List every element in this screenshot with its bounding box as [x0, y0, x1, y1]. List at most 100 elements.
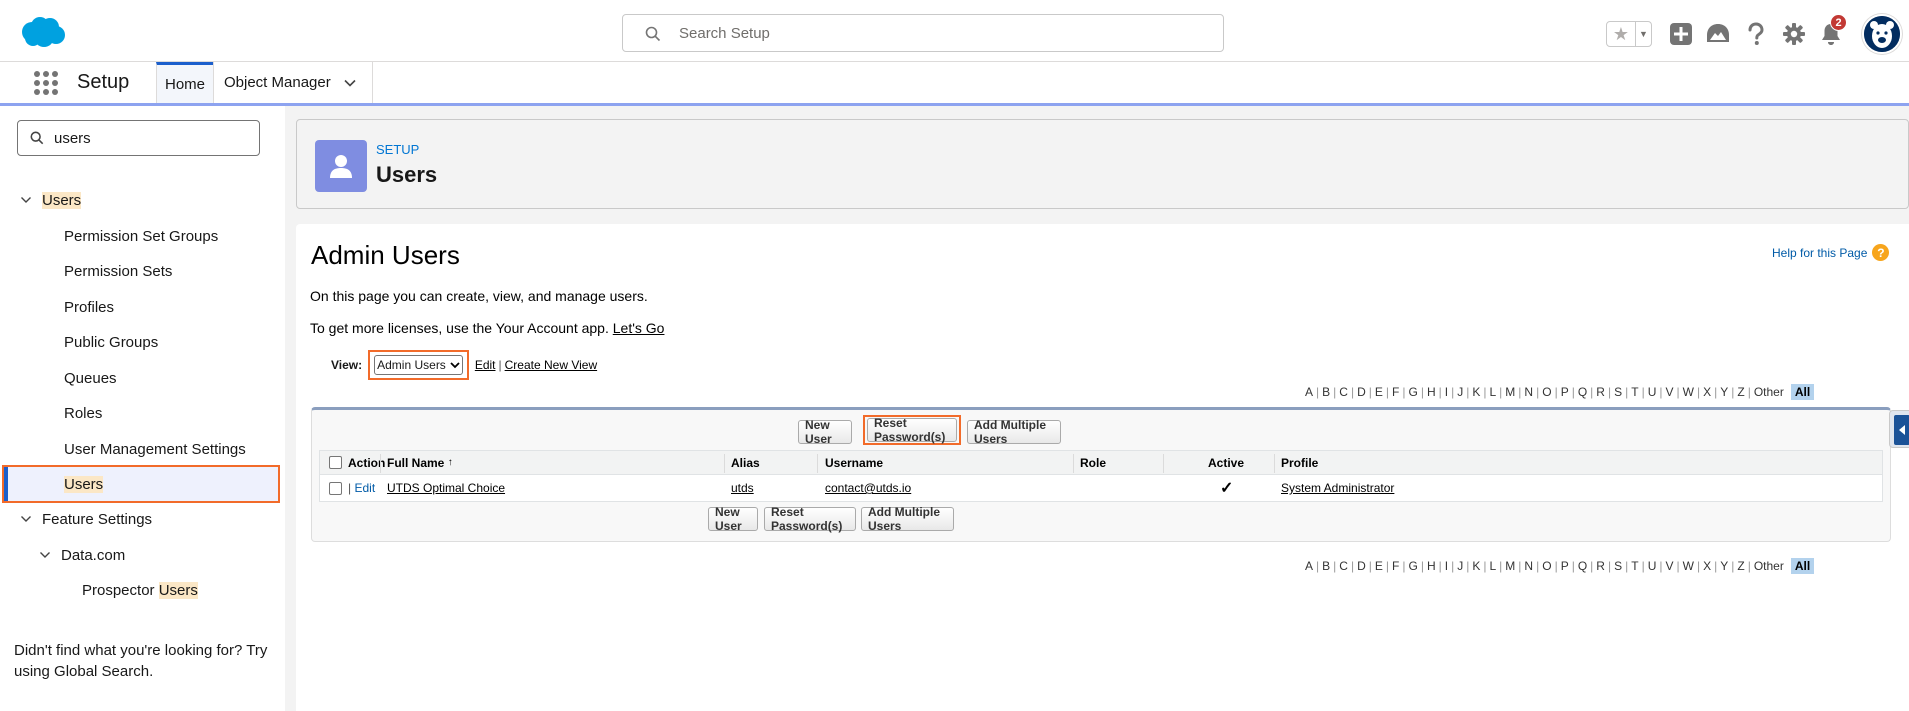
tree-node-users[interactable]: Users	[20, 185, 82, 215]
chevron-down-icon[interactable]	[20, 194, 32, 206]
alphabet-letter[interactable]: Y	[1717, 559, 1731, 573]
alphabet-letter[interactable]: S	[1611, 559, 1625, 573]
alphabet-letter[interactable]: O	[1539, 559, 1554, 573]
alphabet-letter[interactable]: Y	[1717, 385, 1731, 399]
alphabet-letter[interactable]: B	[1319, 385, 1333, 399]
tree-item-users[interactable]: Users	[64, 469, 104, 499]
alphabet-letter[interactable]: K	[1469, 559, 1483, 573]
help-for-page-link[interactable]: Help for this Page ?	[1772, 244, 1890, 261]
tab-home[interactable]: Home	[156, 62, 213, 103]
alphabet-letter[interactable]: R	[1593, 385, 1608, 399]
alphabet-letter[interactable]: G	[1405, 559, 1420, 573]
alphabet-letter[interactable]: I	[1442, 559, 1451, 573]
chevron-down-icon[interactable]	[39, 549, 51, 561]
tree-item-queues[interactable]: Queues	[64, 363, 117, 393]
alphabet-letter[interactable]: U	[1645, 559, 1660, 573]
alphabet-letter[interactable]: M	[1502, 385, 1518, 399]
tab-object-manager[interactable]: Object Manager	[213, 62, 373, 103]
view-edit-link[interactable]: Edit	[475, 358, 496, 372]
alphabet-letter[interactable]: I	[1442, 385, 1451, 399]
alphabet-letter[interactable]: K	[1469, 385, 1483, 399]
trailhead-icon[interactable]	[1705, 21, 1731, 47]
alphabet-letter[interactable]: Q	[1575, 559, 1590, 573]
alphabet-letter[interactable]: U	[1645, 385, 1660, 399]
tree-item-profiles[interactable]: Profiles	[64, 292, 114, 322]
user-full-name-link[interactable]: UTDS Optimal Choice	[387, 481, 505, 495]
alphabet-letter[interactable]: N	[1521, 559, 1536, 573]
view-select[interactable]: Admin Users	[374, 355, 463, 375]
alphabet-letter[interactable]: T	[1628, 385, 1641, 399]
app-launcher-icon[interactable]	[33, 70, 59, 96]
column-active[interactable]: Active	[1208, 451, 1244, 474]
global-search-input[interactable]	[679, 21, 1199, 45]
alphabet-letter[interactable]: J	[1454, 385, 1466, 399]
alphabet-letter[interactable]: Other	[1751, 385, 1787, 399]
alphabet-letter[interactable]: M	[1502, 559, 1518, 573]
global-create-icon[interactable]	[1668, 21, 1694, 47]
alphabet-letter[interactable]: N	[1521, 385, 1536, 399]
new-user-button-bottom[interactable]: New User	[708, 505, 758, 533]
select-all-checkbox[interactable]	[329, 456, 342, 469]
alphabet-letter[interactable]: X	[1700, 559, 1714, 573]
add-multiple-users-button[interactable]: Add Multiple Users	[967, 418, 1061, 446]
user-alias-link[interactable]: utds	[731, 481, 754, 495]
alphabet-letter[interactable]: V	[1663, 559, 1677, 573]
collapse-panel-tab[interactable]	[1889, 410, 1909, 448]
page-header-eyebrow[interactable]: SETUP	[376, 142, 419, 157]
alphabet-letter[interactable]: Q	[1575, 385, 1590, 399]
alphabet-letter[interactable]: H	[1424, 559, 1439, 573]
row-checkbox[interactable]	[329, 481, 342, 495]
column-role[interactable]: Role	[1080, 451, 1106, 474]
alphabet-letter[interactable]: L	[1486, 385, 1499, 399]
help-icon[interactable]	[1743, 21, 1769, 47]
user-avatar[interactable]	[1862, 14, 1902, 54]
gear-icon[interactable]	[1781, 21, 1807, 47]
alphabet-letter[interactable]: E	[1372, 559, 1386, 573]
alphabet-letter[interactable]: F	[1389, 559, 1402, 573]
tree-item-roles[interactable]: Roles	[64, 398, 102, 428]
column-username[interactable]: Username	[825, 451, 883, 474]
alphabet-letter[interactable]: T	[1628, 559, 1641, 573]
alphabet-letter[interactable]: F	[1389, 385, 1402, 399]
chevron-down-icon[interactable]	[343, 76, 357, 90]
tree-item-prospector-users[interactable]: Prospector Users	[82, 575, 198, 605]
global-search-box[interactable]	[622, 14, 1224, 52]
alphabet-letter[interactable]: W	[1680, 385, 1697, 399]
alphabet-letter[interactable]: Z	[1734, 559, 1747, 573]
user-username-link[interactable]: contact@utds.io	[825, 481, 911, 495]
salesforce-logo[interactable]	[18, 15, 66, 49]
alphabet-letter[interactable]: J	[1454, 559, 1466, 573]
chevron-down-icon[interactable]	[20, 513, 32, 525]
alphabet-letter[interactable]: P	[1558, 559, 1572, 573]
alphabet-letter[interactable]: W	[1680, 559, 1697, 573]
alphabet-letter[interactable]: A	[1302, 559, 1316, 573]
alphabet-letter[interactable]: B	[1319, 559, 1333, 573]
column-alias[interactable]: Alias	[731, 451, 760, 474]
reset-password-button[interactable]: Reset Password(s)	[867, 416, 957, 444]
column-full-name[interactable]: Full Name ↑	[387, 451, 453, 474]
add-multiple-users-button-bottom[interactable]: Add Multiple Users	[861, 505, 954, 533]
alphabet-letter[interactable]: S	[1611, 385, 1625, 399]
alphabet-letter[interactable]: R	[1593, 559, 1608, 573]
favorites-star-icon[interactable]: ★	[1607, 22, 1635, 46]
new-user-button[interactable]: New User	[798, 418, 852, 446]
user-profile-link[interactable]: System Administrator	[1281, 481, 1394, 495]
alphabet-letter[interactable]: O	[1539, 385, 1554, 399]
alphabet-letter[interactable]: E	[1372, 385, 1386, 399]
lets-go-link[interactable]: Let's Go	[613, 320, 665, 336]
alphabet-letter[interactable]: X	[1700, 385, 1714, 399]
create-new-view-link[interactable]: Create New View	[505, 358, 597, 372]
alphabet-letter[interactable]: H	[1424, 385, 1439, 399]
quick-find-box[interactable]	[17, 120, 260, 156]
tree-node-datacom[interactable]: Data.com	[39, 540, 125, 570]
column-profile[interactable]: Profile	[1281, 451, 1318, 474]
tree-item-public-groups[interactable]: Public Groups	[64, 327, 158, 357]
quick-find-input[interactable]	[54, 127, 249, 149]
alphabet-letter[interactable]: G	[1405, 385, 1420, 399]
tree-item-permission-sets[interactable]: Permission Sets	[64, 256, 172, 286]
row-edit-link[interactable]: Edit	[354, 481, 375, 495]
alphabet-letter[interactable]: C	[1336, 385, 1351, 399]
alphabet-letter[interactable]: D	[1354, 559, 1369, 573]
alphabet-all[interactable]: All	[1790, 384, 1815, 400]
alphabet-letter[interactable]: P	[1558, 385, 1572, 399]
